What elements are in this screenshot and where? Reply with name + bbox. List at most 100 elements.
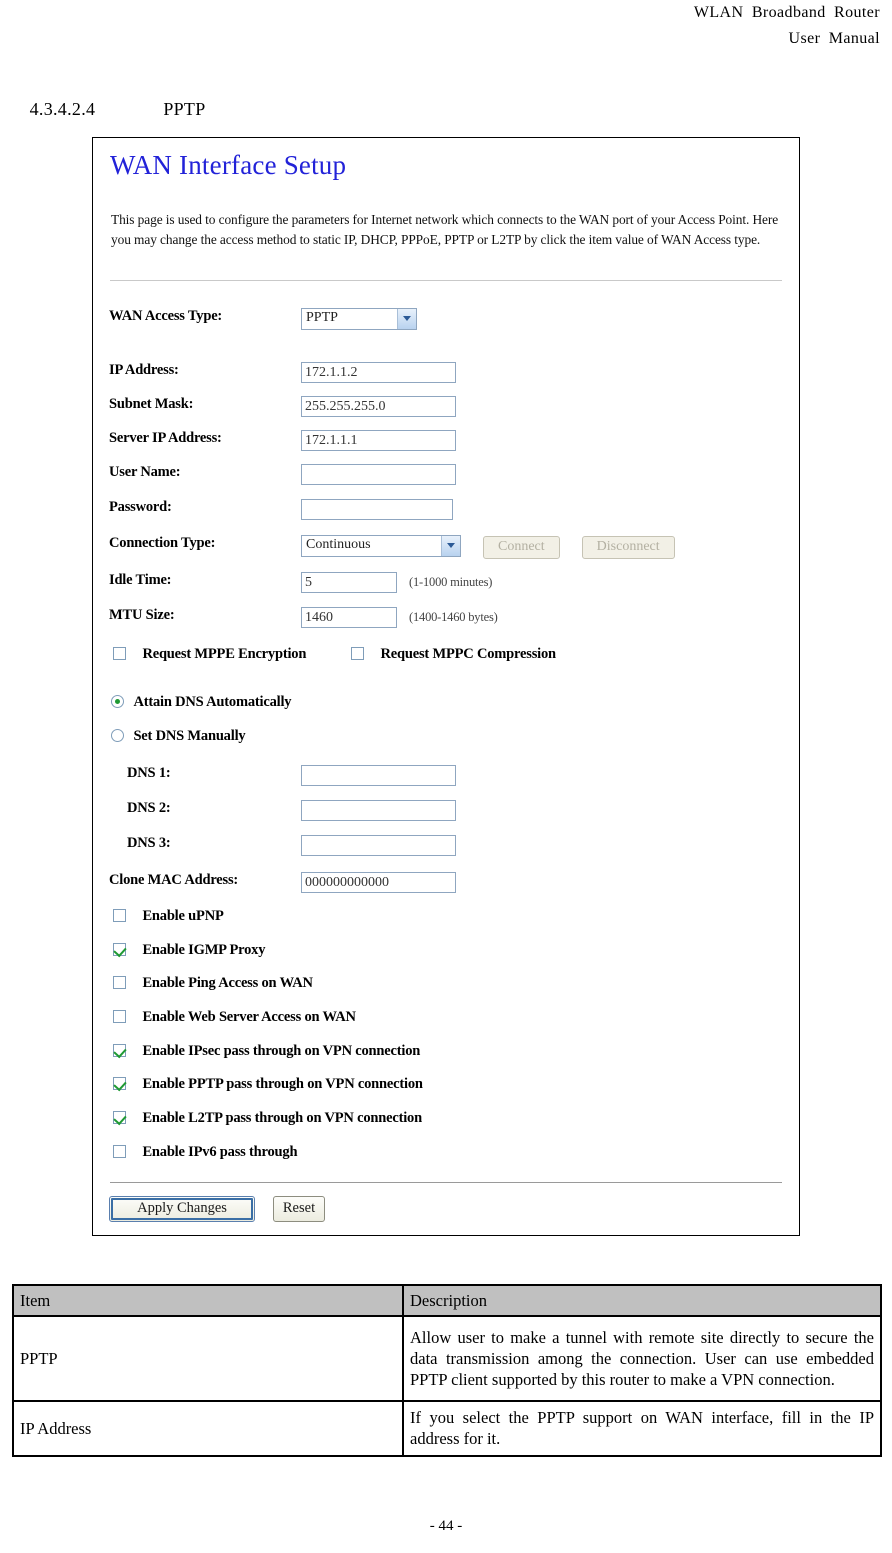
- clone-mac-address-input[interactable]: [301, 872, 456, 893]
- subnet-mask-label: Subnet Mask:: [109, 396, 194, 412]
- idle-time-label: Idle Time:: [109, 572, 172, 588]
- row-description: Allow user to make a tunnel with remote …: [402, 1315, 882, 1402]
- dns1-label: DNS 1:: [127, 765, 171, 781]
- user-name-label: User Name:: [109, 464, 181, 480]
- field-row-clone-mac-address: Clone MAC Address:: [109, 872, 789, 896]
- wan-access-type-value: PPTP: [306, 310, 338, 325]
- user-name-input[interactable]: [301, 464, 456, 485]
- page-description: This page is used to configure the param…: [111, 212, 779, 247]
- wan-access-type-select[interactable]: PPTP: [301, 308, 417, 330]
- chevron-down-icon[interactable]: [397, 309, 416, 329]
- table-row: IP Address If you select the PPTP suppor…: [12, 1400, 882, 1457]
- router-ui-screenshot: WAN Interface Setup This page is used to…: [92, 137, 800, 1236]
- row-item: IP Address: [12, 1400, 404, 1457]
- option-row-5[interactable]: Enable PPTP pass through on VPN connecti…: [113, 1076, 423, 1093]
- attain-dns-automatically-radio[interactable]: [111, 695, 124, 708]
- enable-l2tp-pass-through-label: Enable L2TP pass through on VPN connecti…: [142, 1110, 422, 1126]
- divider: [110, 1182, 782, 1183]
- apply-changes-button[interactable]: Apply Changes: [109, 1196, 255, 1222]
- field-row-dns1: DNS 1:: [127, 765, 799, 789]
- set-dns-manually-label: Set DNS Manually: [133, 728, 246, 744]
- dns2-label: DNS 2:: [127, 800, 171, 816]
- enable-ipv6-pass-through-checkbox[interactable]: [113, 1145, 126, 1158]
- divider: [110, 280, 782, 281]
- idle-time-input[interactable]: [301, 572, 397, 593]
- idle-time-hint: (1-1000 minutes): [409, 574, 493, 589]
- page-footer: - 44 -: [429, 1518, 463, 1534]
- mtu-size-hint: (1400-1460 bytes): [409, 609, 498, 624]
- dns1-input[interactable]: [301, 765, 456, 786]
- request-mppc-compression-label: Request MPPC Compression: [380, 646, 557, 662]
- password-label: Password:: [109, 499, 172, 515]
- wan-access-type-label: WAN Access Type:: [109, 308, 223, 324]
- section-heading: 4.3.4.2.4 PPTP: [20, 78, 206, 120]
- description-table: Item Description PPTP Allow user to make…: [12, 1284, 882, 1457]
- disconnect-button: Disconnect: [581, 535, 675, 559]
- enable-ipv6-pass-through-label: Enable IPv6 pass through: [142, 1144, 298, 1160]
- enable-l2tp-pass-through-checkbox[interactable]: [113, 1111, 126, 1124]
- chevron-down-icon[interactable]: [441, 536, 460, 556]
- attain-dns-automatically-label: Attain DNS Automatically: [133, 694, 292, 710]
- mtu-size-label: MTU Size:: [109, 607, 175, 623]
- enable-web-server-access-on-wan-label: Enable Web Server Access on WAN: [142, 1009, 356, 1025]
- enable-ipsec-pass-through-label: Enable IPsec pass through on VPN connect…: [142, 1043, 421, 1059]
- request-mppc-compression-checkbox[interactable]: [351, 646, 365, 662]
- connection-type-label: Connection Type:: [109, 535, 216, 551]
- table-header-row: Item Description: [12, 1284, 882, 1317]
- option-row-3[interactable]: Enable Web Server Access on WAN: [113, 1009, 356, 1026]
- field-row-idle-time: Idle Time: (1-1000 minutes): [109, 572, 789, 596]
- set-dns-manually-row[interactable]: Set DNS Manually: [111, 728, 246, 745]
- enable-web-server-access-on-wan-checkbox[interactable]: [113, 1010, 126, 1023]
- option-row-4[interactable]: Enable IPsec pass through on VPN connect…: [113, 1043, 420, 1060]
- section-number: 4.3.4.2.4: [29, 99, 96, 119]
- enable-upnp-checkbox[interactable]: [113, 909, 126, 922]
- request-mppe-encryption-label: Request MPPE Encryption: [142, 646, 307, 662]
- field-row-mtu-size: MTU Size: (1400-1460 bytes): [109, 607, 789, 631]
- clone-mac-address-label: Clone MAC Address:: [109, 872, 239, 888]
- row-description: If you select the PPTP support on WAN in…: [402, 1400, 882, 1457]
- enable-ipsec-pass-through-checkbox[interactable]: [113, 1044, 126, 1057]
- field-row-connection-type: Connection Type: Continuous Connect Disc…: [109, 535, 789, 559]
- server-ip-address-label: Server IP Address:: [109, 430, 222, 446]
- page-title: WAN Interface Setup: [110, 150, 347, 180]
- header-line-2: User Manual: [788, 30, 880, 47]
- password-input[interactable]: [301, 499, 453, 520]
- option-row-1[interactable]: Enable IGMP Proxy: [113, 942, 265, 959]
- connection-type-select[interactable]: Continuous: [301, 535, 461, 557]
- subnet-mask-input[interactable]: [301, 396, 456, 417]
- ip-address-input[interactable]: [301, 362, 456, 383]
- action-button-bar: Apply Changes Reset: [109, 1196, 325, 1222]
- enable-pptp-pass-through-checkbox[interactable]: [113, 1077, 126, 1090]
- connect-button: Connect: [483, 535, 560, 559]
- reset-button[interactable]: Reset: [273, 1196, 325, 1222]
- server-ip-address-input[interactable]: [301, 430, 456, 451]
- set-dns-manually-radio[interactable]: [111, 729, 124, 742]
- option-row-6[interactable]: Enable L2TP pass through on VPN connecti…: [113, 1110, 422, 1127]
- attain-dns-automatically-row[interactable]: Attain DNS Automatically: [111, 694, 292, 711]
- connection-type-controls: Continuous Connect Disconnect: [301, 535, 675, 559]
- table-row: PPTP Allow user to make a tunnel with re…: [12, 1315, 882, 1402]
- enable-pptp-pass-through-label: Enable PPTP pass through on VPN connecti…: [142, 1076, 423, 1092]
- enable-igmp-proxy-checkbox[interactable]: [113, 943, 126, 956]
- field-row-dns2: DNS 2:: [127, 800, 799, 824]
- field-row-wan-access-type: WAN Access Type: PPTP: [109, 308, 789, 332]
- field-row-server-ip-address: Server IP Address:: [109, 430, 789, 454]
- field-row-password: Password:: [109, 499, 789, 523]
- column-header-item: Item: [12, 1284, 404, 1317]
- enable-igmp-proxy-label: Enable IGMP Proxy: [142, 942, 266, 958]
- header-line-1: WLAN Broadband Router: [693, 4, 880, 21]
- request-mppe-encryption-checkbox[interactable]: [113, 646, 126, 662]
- field-row-subnet-mask: Subnet Mask:: [109, 396, 789, 420]
- option-row-0[interactable]: Enable uPNP: [113, 908, 224, 925]
- option-row-7[interactable]: Enable IPv6 pass through: [113, 1144, 298, 1161]
- dns3-label: DNS 3:: [127, 835, 171, 851]
- dns2-input[interactable]: [301, 800, 456, 821]
- option-row-2[interactable]: Enable Ping Access on WAN: [113, 975, 313, 992]
- mtu-size-input[interactable]: [301, 607, 397, 628]
- dns3-input[interactable]: [301, 835, 456, 856]
- connection-type-value: Continuous: [306, 537, 371, 552]
- enable-ping-access-on-wan-checkbox[interactable]: [113, 976, 126, 989]
- field-row-ip-address: IP Address:: [109, 362, 789, 386]
- field-row-user-name: User Name:: [109, 464, 789, 488]
- enable-upnp-label: Enable uPNP: [142, 908, 224, 924]
